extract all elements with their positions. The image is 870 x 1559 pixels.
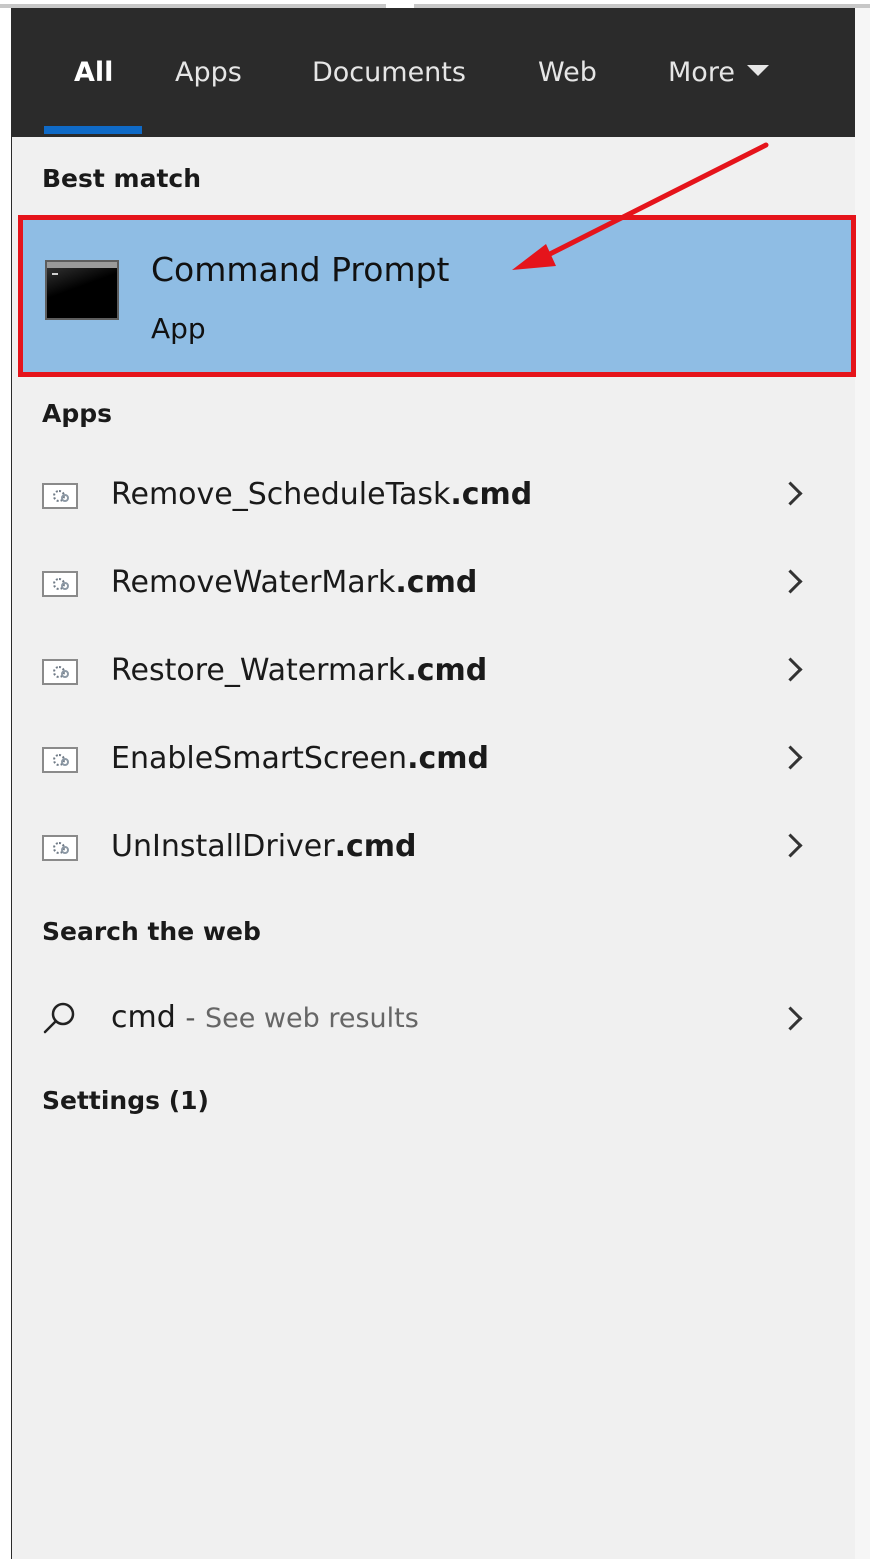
web-hint: See web results — [204, 1003, 419, 1034]
cmd-script-icon — [42, 483, 78, 509]
chevron-right-icon[interactable] — [778, 1006, 803, 1031]
web-search-label: cmd - See web results — [111, 1000, 419, 1035]
chevron-right-icon[interactable] — [778, 833, 803, 858]
app-result-item[interactable]: RemoveWaterMark.cmd — [12, 547, 855, 621]
search-results-panel: All Apps Documents Web More Best match C… — [11, 8, 856, 1559]
tab-all[interactable]: All — [74, 48, 113, 98]
caret-down-icon — [746, 65, 769, 76]
apps-heading: Apps — [42, 399, 113, 428]
web-separator: - — [185, 1001, 196, 1034]
chevron-right-icon[interactable] — [778, 657, 803, 682]
best-match-title: Command Prompt — [151, 250, 450, 289]
active-tab-indicator — [44, 126, 142, 134]
app-result-label: Restore_Watermark.cmd — [111, 653, 488, 688]
cmd-script-icon — [42, 571, 78, 597]
tab-more-label: More — [668, 57, 735, 88]
chevron-right-icon[interactable] — [778, 569, 803, 594]
left-edge — [0, 8, 11, 1559]
tab-apps[interactable]: Apps — [175, 48, 242, 98]
best-match-command-prompt[interactable]: Command Prompt App — [18, 215, 856, 377]
web-search-result[interactable]: cmd - See web results — [12, 984, 855, 1056]
tab-documents[interactable]: Documents — [312, 48, 466, 98]
web-query: cmd — [111, 1000, 176, 1035]
app-result-item[interactable]: Remove_ScheduleTask.cmd — [12, 459, 855, 533]
best-match-heading: Best match — [42, 164, 202, 193]
app-result-item[interactable]: Restore_Watermark.cmd — [12, 635, 855, 709]
cmd-script-icon — [42, 835, 78, 861]
cmd-script-icon — [42, 747, 78, 773]
tab-more[interactable]: More — [668, 48, 769, 98]
app-result-label: RemoveWaterMark.cmd — [111, 565, 478, 600]
settings-heading[interactable]: Settings (1) — [42, 1084, 209, 1118]
search-filter-tabs: All Apps Documents Web More — [12, 8, 855, 137]
best-match-subtitle: App — [151, 312, 206, 345]
search-icon — [43, 1002, 75, 1034]
cmd-script-icon — [42, 659, 78, 685]
app-result-label: UnInstallDriver.cmd — [111, 829, 417, 864]
chevron-right-icon[interactable] — [778, 481, 803, 506]
app-result-item[interactable]: EnableSmartScreen.cmd — [12, 723, 855, 797]
search-web-heading: Search the web — [42, 917, 261, 946]
app-result-label: Remove_ScheduleTask.cmd — [111, 477, 533, 512]
top-strip — [0, 0, 870, 8]
tab-web[interactable]: Web — [538, 48, 597, 98]
command-prompt-icon — [45, 260, 119, 320]
app-result-label: EnableSmartScreen.cmd — [111, 741, 489, 776]
chevron-right-icon[interactable] — [778, 745, 803, 770]
scrollbar-track[interactable] — [854, 8, 870, 1559]
app-result-item[interactable]: UnInstallDriver.cmd — [12, 811, 855, 885]
